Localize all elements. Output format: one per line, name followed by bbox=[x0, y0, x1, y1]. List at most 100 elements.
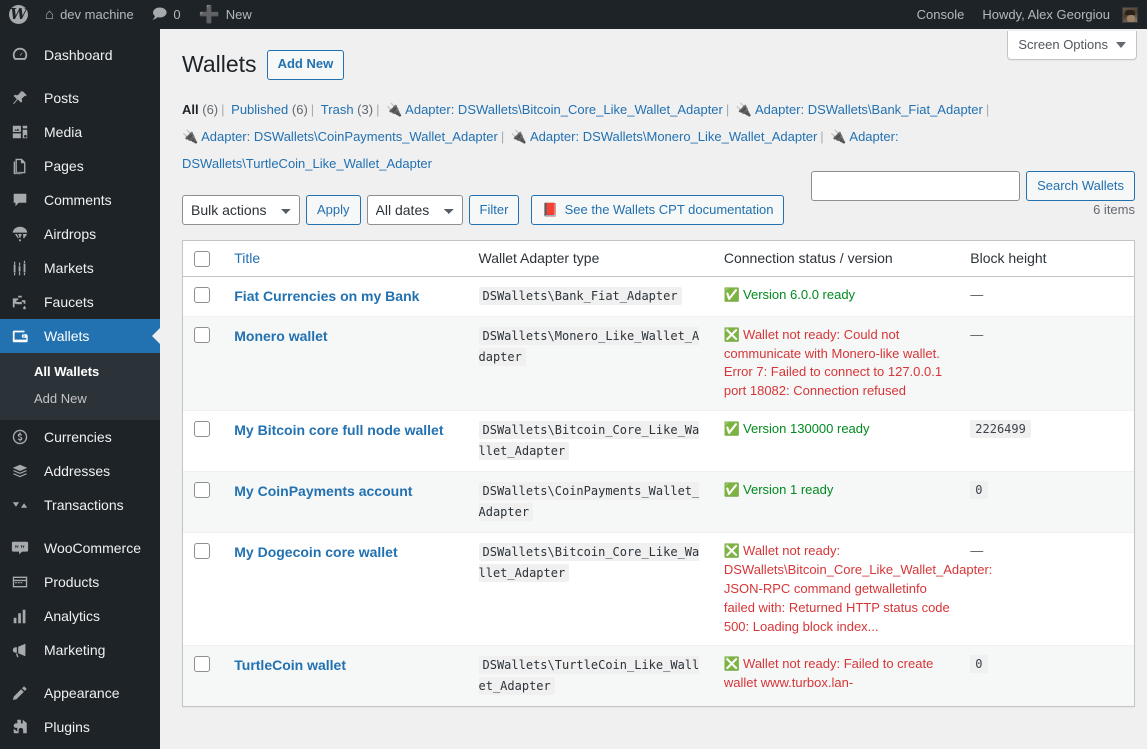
plus-icon: ➕ bbox=[198, 4, 220, 24]
sidebar-label: Comments bbox=[44, 192, 112, 208]
add-new-button[interactable]: Add New bbox=[266, 50, 345, 80]
filter-link-trash[interactable]: Trash bbox=[321, 102, 354, 117]
row-title-cell: My Bitcoin core full node wallet bbox=[224, 410, 469, 471]
submenu-item-add-new[interactable]: Add New bbox=[0, 385, 160, 412]
site-name-label: dev machine bbox=[60, 7, 134, 22]
pages-icon bbox=[11, 157, 35, 175]
filter-link-item: Published (6) | bbox=[231, 101, 315, 117]
wallet-title-link[interactable]: My Bitcoin core full node wallet bbox=[234, 422, 443, 438]
table-header-row: Title Wallet Adapter type Connection sta… bbox=[183, 241, 1134, 277]
sort-title-link[interactable]: Title bbox=[234, 250, 260, 266]
submenu-item-all-wallets[interactable]: All Wallets bbox=[0, 358, 160, 385]
row-block-height-cell: — bbox=[960, 532, 1134, 645]
documentation-button[interactable]: 📕 See the Wallets CPT documentation bbox=[531, 194, 785, 225]
sidebar-item-media[interactable]: Media bbox=[0, 115, 160, 149]
comments-bubble[interactable]: 🗩 0 bbox=[143, 0, 190, 29]
row-select-cell bbox=[183, 410, 225, 471]
sidebar-item-dashboard[interactable]: Dashboard bbox=[0, 38, 160, 72]
apply-button[interactable]: Apply bbox=[306, 194, 361, 225]
sidebar-label: Marketing bbox=[44, 642, 106, 658]
filter-link-adapter-coinpayments[interactable]: Adapter: DSWallets\CoinPayments_Wallet_A… bbox=[201, 129, 498, 144]
row-checkbox[interactable] bbox=[194, 482, 210, 499]
wallet-title-link[interactable]: My CoinPayments account bbox=[234, 483, 412, 499]
block-height-value: — bbox=[970, 326, 984, 342]
sidebar-item-wallets[interactable]: Wallets bbox=[0, 319, 160, 353]
sidebar-item-addresses[interactable]: Addresses bbox=[0, 454, 160, 488]
home-icon: ⌂ bbox=[45, 6, 55, 23]
select-all-checkbox[interactable] bbox=[194, 250, 210, 267]
row-checkbox[interactable] bbox=[194, 286, 210, 303]
sidebar-item-plugins[interactable]: Plugins bbox=[0, 710, 160, 744]
sidebar-item-posts[interactable]: Posts bbox=[0, 81, 160, 115]
products-icon bbox=[11, 573, 35, 591]
bulk-actions-select[interactable]: Bulk actions bbox=[182, 194, 300, 225]
row-checkbox[interactable] bbox=[194, 326, 210, 343]
sidebar-label: Dashboard bbox=[44, 47, 113, 63]
status-text: Version 1 ready bbox=[743, 482, 834, 498]
sidebar-item-currencies[interactable]: Currencies bbox=[0, 420, 160, 454]
filter-link-adapter-bank-fiat[interactable]: Adapter: DSWallets\Bank_Fiat_Adapter bbox=[755, 102, 983, 117]
filter-button[interactable]: Filter bbox=[468, 194, 520, 225]
marketing-icon bbox=[11, 641, 35, 659]
status-text: Wallet not ready: DSWallets\Bitcoin_Core… bbox=[723, 543, 993, 634]
row-adapter-cell: DSWallets\Bitcoin_Core_Like_Wallet_Adapt… bbox=[468, 410, 714, 471]
column-header-title[interactable]: Title bbox=[224, 241, 469, 277]
row-checkbox[interactable] bbox=[194, 421, 210, 438]
filter-link-published[interactable]: Published bbox=[231, 102, 288, 117]
status-text: Version 6.0.0 ready bbox=[743, 286, 856, 302]
row-adapter-cell: DSWallets\Monero_Like_Wallet_Adapter bbox=[468, 315, 714, 411]
sidebar-item-transactions[interactable]: Transactions bbox=[0, 488, 160, 522]
row-checkbox[interactable] bbox=[194, 656, 210, 673]
sidebar-item-marketing[interactable]: Marketing bbox=[0, 633, 160, 667]
filter-link-adapter-bitcoin-core-like[interactable]: Adapter: DSWallets\Bitcoin_Core_Like_Wal… bbox=[405, 102, 723, 117]
addresses-icon bbox=[11, 462, 35, 480]
sidebar-label: Markets bbox=[44, 260, 94, 276]
screen-options-toggle[interactable]: Screen Options bbox=[1007, 31, 1137, 60]
adapter-type: DSWallets\Monero_Like_Wallet_Adapter bbox=[478, 326, 700, 366]
site-name-menu[interactable]: ⌂ dev machine bbox=[36, 0, 143, 29]
wordpress-logo-menu[interactable]: W bbox=[0, 0, 36, 29]
filter-link-adapter-monero-like[interactable]: Adapter: DSWallets\Monero_Like_Wallet_Ad… bbox=[530, 129, 817, 144]
dashboard-icon bbox=[11, 46, 35, 64]
block-height-value: 2226499 bbox=[970, 420, 1031, 439]
row-select-cell bbox=[183, 532, 225, 645]
sidebar-item-appearance[interactable]: Appearance bbox=[0, 676, 160, 710]
screen-options-label: Screen Options bbox=[1018, 37, 1108, 52]
row-select-cell bbox=[183, 315, 225, 411]
row-block-height-cell: 2226499 bbox=[960, 410, 1134, 471]
row-checkbox[interactable] bbox=[194, 543, 210, 560]
wallets-submenu: All Wallets Add New bbox=[0, 353, 160, 420]
column-header-block-height: Block height bbox=[960, 241, 1134, 277]
transactions-icon bbox=[11, 496, 35, 514]
row-title-cell: Monero wallet bbox=[224, 315, 469, 411]
wallets-table: Title Wallet Adapter type Connection sta… bbox=[182, 239, 1135, 708]
comments-icon bbox=[11, 191, 35, 209]
sidebar-label: WooCommerce bbox=[44, 540, 141, 556]
my-account-menu[interactable]: Howdy, Alex Georgiou bbox=[973, 0, 1147, 29]
sidebar-item-airdrops[interactable]: Airdrops bbox=[0, 217, 160, 251]
row-status-cell: ❎ Wallet not ready: DSWallets\Bitcoin_Cor… bbox=[713, 532, 992, 645]
wallet-title-link[interactable]: Fiat Currencies on my Bank bbox=[234, 288, 419, 304]
row-adapter-cell: DSWallets\TurtleCoin_Like_Wallet_Adapter bbox=[468, 645, 714, 707]
sidebar-item-pages[interactable]: Pages bbox=[0, 149, 160, 183]
new-content-menu[interactable]: ➕ New bbox=[190, 0, 261, 29]
row-status-cell: ❎ Wallet not ready: Could not communicate… bbox=[713, 315, 961, 411]
sidebar-item-analytics[interactable]: Analytics bbox=[0, 599, 160, 633]
row-select-cell bbox=[183, 471, 225, 533]
wallet-title-link[interactable]: TurtleCoin wallet bbox=[234, 657, 346, 673]
plug-icon: 🔌 bbox=[735, 101, 753, 117]
markets-icon bbox=[11, 259, 35, 277]
status-text: Wallet not ready: Could not communicate … bbox=[723, 326, 943, 399]
filter-links-list: All (6) | Published (6) | Trash (3) | 🔌 Ada… bbox=[182, 96, 1012, 178]
sidebar-item-faucets[interactable]: Faucets bbox=[0, 285, 160, 319]
row-title-cell: My Dogecoin core wallet bbox=[224, 532, 469, 645]
sidebar-item-markets[interactable]: Markets bbox=[0, 251, 160, 285]
filter-link-all[interactable]: All bbox=[182, 102, 199, 117]
sidebar-item-woocommerce[interactable]: WooCommerce bbox=[0, 531, 160, 565]
date-filter-select[interactable]: All dates bbox=[366, 194, 463, 225]
sidebar-item-products[interactable]: Products bbox=[0, 565, 160, 599]
wallet-title-link[interactable]: My Dogecoin core wallet bbox=[234, 544, 397, 560]
wallet-title-link[interactable]: Monero wallet bbox=[234, 328, 327, 344]
sidebar-item-comments[interactable]: Comments bbox=[0, 183, 160, 217]
console-menu[interactable]: Console bbox=[908, 0, 974, 29]
